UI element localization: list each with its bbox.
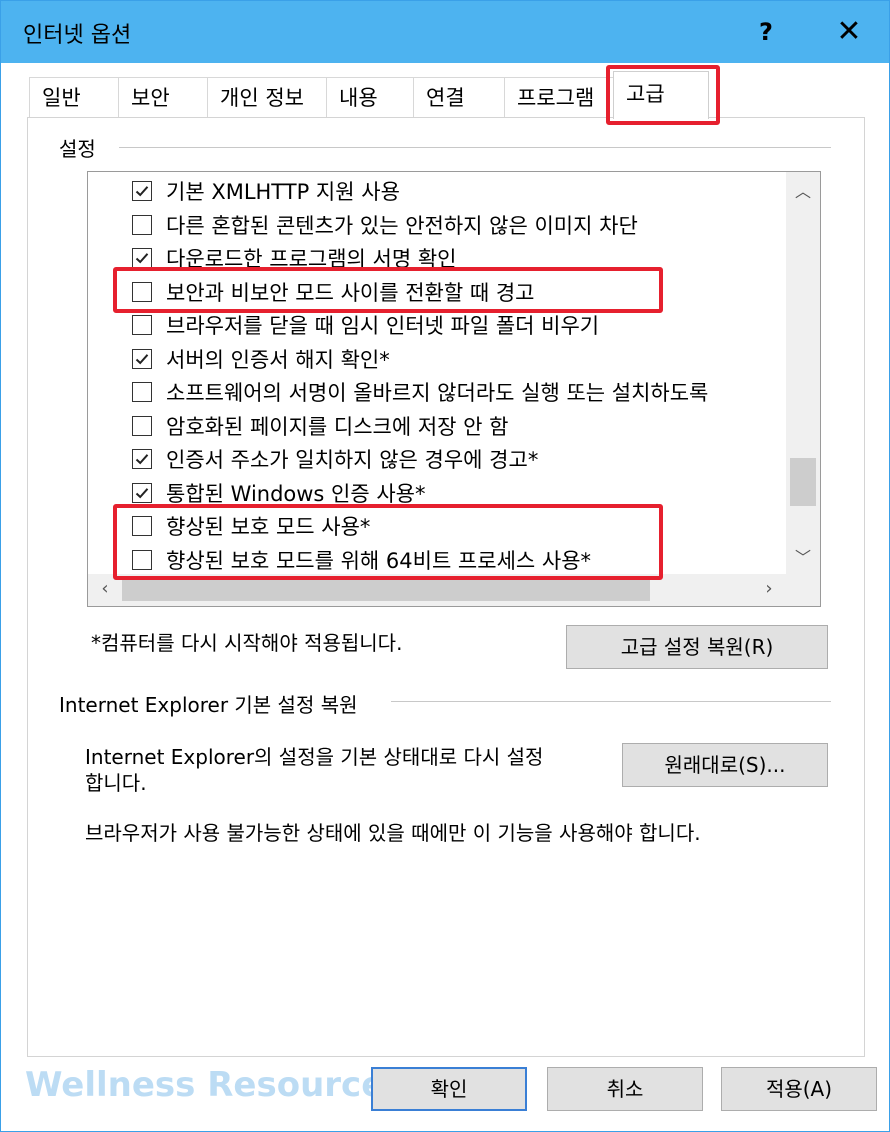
setting-item[interactable]: 통합된 Windows 인증 사용* (132, 476, 426, 510)
setting-item[interactable]: 다른 혼합된 콘텐츠가 있는 안전하지 않은 이미지 차단 (132, 208, 638, 242)
tab-connections[interactable]: 연결 (413, 77, 505, 117)
checkbox-unchecked[interactable] (132, 415, 152, 436)
internet-options-window: 인터넷 옵션 ? ✕ 일반 보안 개인 정보 내용 연결 프로그램 고급 설정 … (0, 0, 890, 1132)
scroll-down-icon[interactable]: ﹀ (790, 544, 816, 568)
reset-description-line2: 합니다. (85, 771, 147, 795)
settings-group-line (119, 147, 831, 148)
setting-item-label: 향상된 보호 모드 사용* (166, 515, 371, 539)
reset-group-line (391, 701, 831, 702)
checkbox-checked[interactable] (132, 348, 152, 369)
setting-item[interactable]: 소프트웨어의 서명이 올바르지 않더라도 실행 또는 설치하도록 (132, 375, 708, 409)
ok-button[interactable]: 확인 (371, 1067, 527, 1111)
setting-item[interactable]: 향상된 보호 모드를 위해 64비트 프로세스 사용* (132, 543, 591, 577)
checkbox-checked[interactable] (132, 181, 152, 201)
reset-description-line1: Internet Explorer의 설정을 기본 상태대로 다시 설정 (85, 745, 544, 769)
check-icon (135, 454, 149, 465)
checkbox-unchecked[interactable] (132, 549, 152, 570)
setting-item-label: 통합된 Windows 인증 사용* (166, 481, 426, 506)
setting-item-label: 브라우저를 닫을 때 임시 인터넷 파일 폴더 비우기 (166, 314, 600, 338)
check-icon (135, 186, 149, 197)
setting-item-label: 다른 혼합된 콘텐츠가 있는 안전하지 않은 이미지 차단 (166, 213, 638, 238)
scroll-left-icon[interactable]: ‹ (92, 578, 118, 599)
setting-item[interactable]: 향상된 보호 모드 사용* (132, 509, 370, 543)
setting-item[interactable]: 기본 XMLHTTP 지원 사용 (132, 174, 400, 208)
checkbox-unchecked[interactable] (132, 516, 152, 536)
tab-advanced[interactable]: 고급 (613, 71, 709, 119)
checkbox-unchecked[interactable] (132, 281, 152, 302)
vertical-scroll-thumb[interactable] (790, 458, 816, 506)
apply-button[interactable]: 적용(A) (721, 1067, 877, 1111)
horizontal-scroll-thumb[interactable] (122, 579, 650, 601)
tab-privacy[interactable]: 개인 정보 (207, 77, 327, 117)
checkbox-unchecked[interactable] (132, 315, 152, 335)
checkbox-unchecked[interactable] (132, 214, 152, 235)
help-button[interactable]: ? (741, 7, 791, 57)
settings-group-label: 설정 (59, 133, 106, 162)
setting-item-label: 다운로드한 프로그램의 서명 확인 (166, 247, 457, 271)
check-icon (135, 487, 149, 498)
watermark: Wellness Resources (25, 1065, 405, 1105)
setting-item-label: 인증서 주소가 일치하지 않은 경우에 경고* (166, 448, 539, 472)
tab-programs[interactable]: 프로그램 (504, 77, 616, 117)
scroll-right-icon[interactable]: › (756, 578, 782, 599)
setting-item-label: 향상된 보호 모드를 위해 64비트 프로세스 사용* (166, 548, 592, 573)
setting-item[interactable]: 인증서 주소가 일치하지 않은 경우에 경고* (132, 442, 538, 476)
vertical-scrollbar[interactable]: ︿ ﹀ (786, 172, 820, 574)
setting-item[interactable]: 서버의 인증서 해지 확인* (132, 342, 390, 376)
horizontal-scrollbar[interactable]: ‹ › (88, 574, 820, 606)
restart-note: *컴퓨터를 다시 시작해야 적용됩니다. (91, 631, 403, 655)
check-icon (135, 353, 149, 364)
tab-general[interactable]: 일반 (29, 77, 119, 117)
settings-listbox[interactable]: 기본 XMLHTTP 지원 사용다른 혼합된 콘텐츠가 있는 안전하지 않은 이… (87, 171, 821, 607)
setting-item-label: 기본 XMLHTTP 지원 사용 (166, 180, 400, 204)
checkbox-checked[interactable] (132, 248, 152, 268)
close-button[interactable]: ✕ (821, 7, 877, 57)
window-title: 인터넷 옵션 (23, 23, 132, 48)
cancel-button[interactable]: 취소 (547, 1067, 703, 1111)
tab-content[interactable]: 내용 (326, 77, 414, 117)
check-icon (135, 253, 149, 264)
setting-item-label: 보안과 비보안 모드 사이를 전환할 때 경고 (166, 280, 535, 305)
reset-group-label: Internet Explorer 기본 설정 복원 (59, 689, 368, 718)
restore-advanced-settings-button[interactable]: 고급 설정 복원(R) (566, 625, 828, 669)
checkbox-unchecked[interactable] (132, 382, 152, 402)
setting-item[interactable]: 다운로드한 프로그램의 서명 확인 (132, 241, 457, 275)
setting-item-label: 서버의 인증서 해지 확인* (166, 347, 390, 372)
setting-item-label: 소프트웨어의 서명이 올바르지 않더라도 실행 또는 설치하도록 (166, 381, 709, 405)
title-bar[interactable]: 인터넷 옵션 ? ✕ (1, 1, 889, 63)
scroll-up-icon[interactable]: ︿ (790, 178, 816, 202)
tab-security[interactable]: 보안 (118, 77, 208, 117)
checkbox-checked[interactable] (132, 482, 152, 503)
setting-item[interactable]: 보안과 비보안 모드 사이를 전환할 때 경고 (132, 275, 535, 309)
setting-item[interactable]: 브라우저를 닫을 때 임시 인터넷 파일 폴더 비우기 (132, 308, 599, 342)
reset-warning: 브라우저가 사용 불가능한 상태에 있을 때에만 이 기능을 사용해야 합니다. (85, 821, 701, 845)
setting-item-label: 암호화된 페이지를 디스크에 저장 안 함 (166, 414, 509, 439)
setting-item[interactable]: 암호화된 페이지를 디스크에 저장 안 함 (132, 409, 509, 443)
checkbox-checked[interactable] (132, 449, 152, 469)
reset-button[interactable]: 원래대로(S)... (622, 743, 828, 787)
